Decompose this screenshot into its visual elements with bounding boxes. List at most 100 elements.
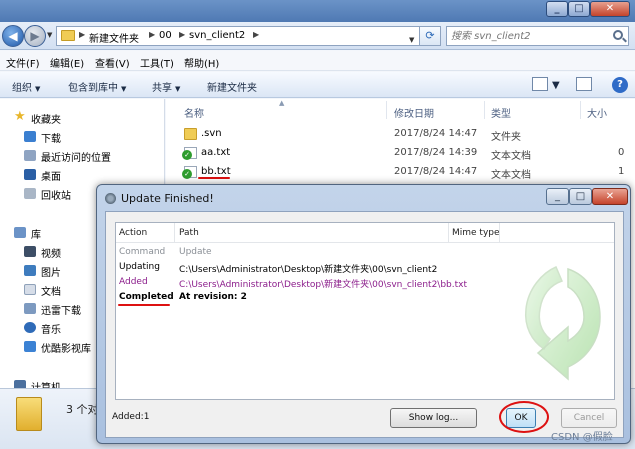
explorer-titlebar: _ □ ✕ bbox=[0, 0, 635, 22]
view-options-icon[interactable] bbox=[532, 77, 548, 91]
file-row[interactable]: bb.txt 2017/8/24 14:47 文本文档 1 bbox=[166, 163, 635, 181]
chevron-right-icon: ▶ bbox=[79, 30, 86, 39]
arrow-left-icon: ◀ bbox=[8, 29, 18, 43]
column-separator[interactable] bbox=[499, 223, 500, 243]
annotation-underline bbox=[198, 177, 230, 179]
file-type: 文件夹 bbox=[491, 132, 521, 143]
folder-icon bbox=[16, 397, 42, 431]
search-box[interactable] bbox=[446, 26, 629, 46]
column-header-date[interactable]: 修改日期 bbox=[394, 105, 434, 120]
folder-icon bbox=[61, 30, 75, 41]
annotation-circle bbox=[499, 401, 549, 433]
menu-file[interactable]: 文件(F) bbox=[6, 55, 40, 70]
nav-item-label: 迅雷下载 bbox=[41, 306, 81, 317]
result-path: Update bbox=[179, 247, 212, 257]
file-date: 2017/8/24 14:47 bbox=[394, 166, 478, 177]
file-name: aa.txt bbox=[201, 147, 231, 158]
column-header-action[interactable]: Action bbox=[119, 228, 147, 238]
column-header-path[interactable]: Path bbox=[179, 228, 199, 238]
file-row[interactable]: .svn 2017/8/24 14:47 文件夹 bbox=[166, 125, 635, 143]
close-icon: ✕ bbox=[605, 3, 615, 14]
nav-libraries-label: 库 bbox=[31, 230, 41, 241]
column-separator[interactable] bbox=[580, 101, 581, 119]
column-separator[interactable] bbox=[386, 101, 387, 119]
menu-tools[interactable]: 工具(T) bbox=[140, 55, 174, 70]
column-separator[interactable] bbox=[174, 223, 175, 243]
organize-button[interactable]: 组织 ▼ bbox=[12, 79, 40, 94]
result-path: At revision: 2 bbox=[179, 292, 247, 302]
nav-item-label: 音乐 bbox=[41, 325, 61, 336]
file-name: .svn bbox=[201, 128, 222, 139]
show-log-button[interactable]: Show log... bbox=[390, 408, 477, 428]
menu-view[interactable]: 查看(V) bbox=[95, 55, 130, 70]
maximize-button[interactable]: □ bbox=[568, 1, 590, 17]
new-folder-button[interactable]: 新建文件夹 bbox=[207, 79, 257, 94]
update-result-list[interactable]: Action Path Mime type Command Update Upd… bbox=[115, 222, 615, 400]
result-row[interactable]: Command Update bbox=[116, 246, 614, 261]
include-in-library-button[interactable]: 包含到库中 ▼ bbox=[68, 79, 126, 94]
search-icon bbox=[613, 30, 623, 40]
breadcrumb-item[interactable]: 新建文件夹 bbox=[89, 30, 139, 45]
svn-normal-file-icon bbox=[182, 147, 197, 160]
column-separator[interactable] bbox=[484, 101, 485, 119]
library-icon bbox=[14, 227, 26, 238]
minimize-icon: _ bbox=[555, 191, 560, 202]
column-header-name[interactable]: 名称 bbox=[184, 105, 204, 120]
column-header-size[interactable]: 大小 bbox=[587, 105, 607, 120]
file-date: 2017/8/24 14:39 bbox=[394, 147, 478, 158]
nav-item-label: 下载 bbox=[41, 134, 61, 145]
file-row[interactable]: aa.txt 2017/8/24 14:39 文本文档 0 bbox=[166, 144, 635, 162]
caret-down-icon: ▼ bbox=[175, 85, 181, 93]
address-row: ◀ ▶ ▼ ▶ 新建文件夹 ▶ 00 ▶ svn_client2 ▶ ▼ ⟳ bbox=[0, 22, 635, 50]
dialog-close-button[interactable]: ✕ bbox=[592, 188, 628, 205]
forward-button[interactable]: ▶ bbox=[24, 25, 46, 47]
column-header-mime-type[interactable]: Mime type bbox=[452, 228, 500, 238]
dialog-title: Update Finished! bbox=[121, 192, 214, 205]
include-in-library-label: 包含到库中 bbox=[68, 83, 118, 94]
result-path: C:\Users\Administrator\Desktop\新建文件夹\00\… bbox=[179, 265, 438, 275]
star-icon: ★ bbox=[14, 109, 26, 124]
minimize-button[interactable]: _ bbox=[546, 1, 568, 17]
address-bar[interactable]: ▶ 新建文件夹 ▶ 00 ▶ svn_client2 ▶ ▼ bbox=[56, 26, 441, 46]
nav-item-label: 视频 bbox=[41, 249, 61, 260]
search-input[interactable] bbox=[451, 29, 606, 43]
added-count: Added:1 bbox=[112, 412, 150, 422]
close-button[interactable]: ✕ bbox=[590, 1, 630, 17]
maximize-icon: □ bbox=[574, 3, 584, 14]
sort-ascending-icon: ▲ bbox=[279, 99, 285, 107]
tortoisesvn-icon bbox=[105, 193, 116, 204]
chevron-right-icon: ▶ bbox=[179, 30, 186, 39]
caret-down-icon[interactable]: ▼ bbox=[552, 80, 560, 91]
file-name: bb.txt bbox=[201, 166, 231, 177]
dialog-titlebar: Update Finished! _ □ ✕ bbox=[97, 185, 630, 211]
menu-bar: 文件(F) 编辑(E) 查看(V) 工具(T) 帮助(H) bbox=[0, 51, 635, 71]
dialog-maximize-button[interactable]: □ bbox=[569, 188, 592, 205]
preview-pane-icon[interactable] bbox=[576, 77, 592, 91]
address-dropdown[interactable]: ▼ bbox=[409, 36, 414, 44]
file-size: 0 bbox=[618, 147, 625, 158]
desktop-icon bbox=[24, 169, 36, 180]
breadcrumb-item[interactable]: 00 bbox=[159, 30, 172, 41]
back-button[interactable]: ◀ bbox=[2, 25, 24, 47]
menu-edit[interactable]: 编辑(E) bbox=[50, 55, 84, 70]
watermark: CSDN @假脸 bbox=[551, 432, 613, 443]
help-icon[interactable]: ? bbox=[612, 77, 628, 93]
youku-library-icon bbox=[24, 341, 36, 352]
nav-item-label: 回收站 bbox=[41, 191, 71, 202]
share-button[interactable]: 共享 ▼ bbox=[152, 79, 180, 94]
dialog-body: Action Path Mime type Command Update Upd… bbox=[105, 211, 624, 438]
chevron-right-icon: ▶ bbox=[253, 30, 260, 39]
refresh-button[interactable]: ⟳ bbox=[419, 26, 441, 46]
column-header-type[interactable]: 类型 bbox=[491, 105, 511, 120]
breadcrumb-item[interactable]: svn_client2 bbox=[189, 30, 245, 41]
cancel-button[interactable]: Cancel bbox=[561, 408, 617, 428]
result-action: Added bbox=[119, 277, 148, 287]
recent-pages-dropdown[interactable]: ▼ bbox=[47, 31, 52, 39]
annotation-underline bbox=[118, 304, 170, 306]
download-folder-icon bbox=[24, 131, 36, 142]
menu-help[interactable]: 帮助(H) bbox=[184, 55, 219, 70]
chevron-right-icon: ▶ bbox=[149, 30, 156, 39]
result-action: Command bbox=[119, 247, 166, 257]
dialog-minimize-button[interactable]: _ bbox=[546, 188, 569, 205]
column-separator[interactable] bbox=[448, 223, 449, 243]
